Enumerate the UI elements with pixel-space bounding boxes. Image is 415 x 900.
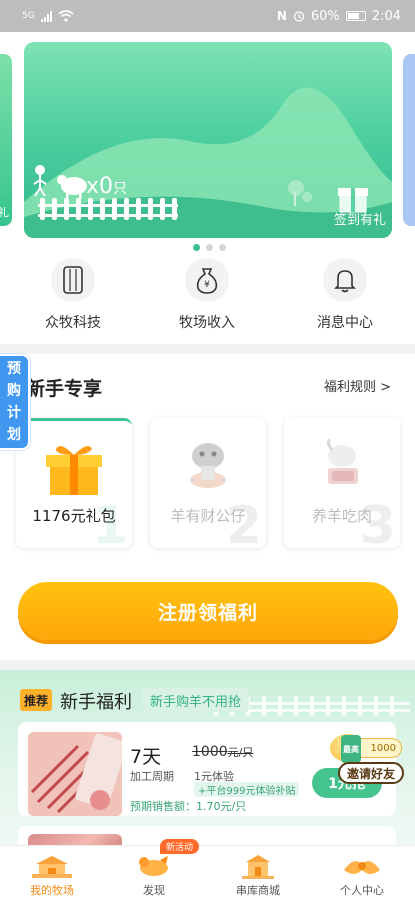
card-label: 羊有财公仔 bbox=[170, 507, 246, 525]
quick-nav-messages[interactable]: 消息中心 bbox=[290, 258, 400, 332]
newbie-card-gift[interactable]: 1 1176元礼包 bbox=[16, 418, 132, 548]
card-label: 1176元礼包 bbox=[32, 507, 116, 525]
quick-nav-label: 牧场收入 bbox=[179, 315, 235, 331]
profile-icon bbox=[344, 861, 380, 874]
processing-cycle-label: 加工周期 bbox=[130, 770, 174, 783]
mall-icon bbox=[242, 855, 274, 879]
tab-label: 我的牧场 bbox=[30, 884, 74, 897]
section-title: 新手专享 bbox=[26, 378, 103, 400]
quick-nav-income[interactable]: ¥ 牧场收入 bbox=[152, 258, 262, 332]
nfc-icon: N bbox=[276, 9, 287, 23]
banner-next-peek[interactable] bbox=[403, 54, 415, 226]
newbie-card-meat[interactable]: 3 养羊吃肉 bbox=[284, 418, 400, 548]
bottom-tab-bar: 我的牧场 发现 串库商城 个人中心 bbox=[0, 845, 415, 900]
phone-icon bbox=[63, 266, 83, 294]
clock: 2:04 bbox=[371, 8, 401, 24]
expected-sales: 预期销售额：1.70元/只 bbox=[130, 800, 247, 813]
banner-prev-peek[interactable]: 礼 bbox=[0, 54, 12, 226]
battery-icon bbox=[345, 11, 366, 21]
pagination-dot[interactable] bbox=[206, 244, 213, 251]
quick-nav-label: 消息中心 bbox=[317, 315, 373, 331]
tab-profile[interactable]: 个人中心 bbox=[312, 846, 412, 900]
network-type: 5G bbox=[22, 11, 35, 21]
sheep-count: x0只 bbox=[86, 174, 128, 199]
pagination-dot[interactable] bbox=[193, 244, 200, 251]
farm-icon bbox=[32, 856, 72, 878]
tab-label: 发现 bbox=[143, 884, 165, 897]
discover-icon bbox=[139, 856, 168, 876]
tab-my-farm[interactable]: 我的牧场 bbox=[2, 846, 102, 900]
invite-friends-label: 邀请好友 bbox=[338, 762, 404, 784]
bell-icon bbox=[334, 270, 356, 293]
svg-text:¥: ¥ bbox=[204, 280, 210, 290]
benefits-title: 新手福利 bbox=[60, 692, 132, 713]
tab-label: 串库商城 bbox=[236, 884, 280, 897]
wifi-icon bbox=[58, 10, 74, 22]
tab-label: 个人中心 bbox=[340, 884, 384, 897]
quick-nav-tech[interactable]: 众牧科技 bbox=[18, 258, 128, 332]
sheep-doll-icon bbox=[190, 443, 226, 488]
signal-icon bbox=[40, 10, 52, 22]
invite-friends-float[interactable]: 最高 1000 邀请好友 bbox=[318, 730, 410, 788]
tab-mall[interactable]: 串库商城 bbox=[208, 846, 308, 900]
subsidy-badge: +平台999元体验补贴 bbox=[194, 782, 300, 797]
sign-in-banner[interactable]: x0只 签到有礼 bbox=[24, 42, 392, 238]
banner-pagination bbox=[193, 244, 226, 251]
newbie-card-doll[interactable]: 2 羊有财公仔 bbox=[150, 418, 266, 548]
invite-reward-badge: 最高 1000 bbox=[341, 735, 402, 763]
money-bag-icon: ¥ bbox=[196, 268, 218, 294]
quick-nav-label: 众牧科技 bbox=[45, 315, 101, 331]
alarm-icon bbox=[293, 11, 305, 22]
new-activity-badge: 新活动 bbox=[160, 839, 200, 854]
welfare-rules-link[interactable]: 福利规则 > bbox=[324, 376, 391, 395]
tab-discover[interactable]: 发现 bbox=[104, 846, 204, 900]
card-label: 养羊吃肉 bbox=[311, 507, 372, 525]
register-benefit-button[interactable]: 注册领福利 bbox=[18, 582, 398, 640]
pagination-dot[interactable] bbox=[219, 244, 226, 251]
signal-group: 5G bbox=[22, 10, 74, 22]
quick-nav: 众牧科技 ¥ 牧场收入 消息中心 bbox=[0, 258, 415, 332]
status-bar: 5G N 60% 2:04 bbox=[0, 0, 415, 32]
sign-in-gift-label[interactable]: 签到有礼 bbox=[334, 209, 386, 228]
banner-prev-text: 礼 bbox=[0, 206, 9, 219]
chevron-right-icon: > bbox=[380, 380, 391, 395]
recommend-tag: 推荐 bbox=[20, 689, 52, 711]
original-price: 1000元/只 bbox=[192, 744, 254, 760]
gift-box-icon bbox=[46, 446, 102, 495]
sheep-meat-icon bbox=[326, 438, 358, 484]
benefits-subtitle: 新手购羊不用抢 bbox=[142, 688, 250, 712]
battery-percent: 60% bbox=[310, 8, 340, 24]
processing-days: 7天 bbox=[130, 746, 162, 768]
lamb-skewer-image bbox=[28, 732, 122, 816]
product-image bbox=[28, 732, 122, 816]
pre-purchase-plan-tab[interactable]: 预 购 计 划 bbox=[0, 354, 30, 450]
